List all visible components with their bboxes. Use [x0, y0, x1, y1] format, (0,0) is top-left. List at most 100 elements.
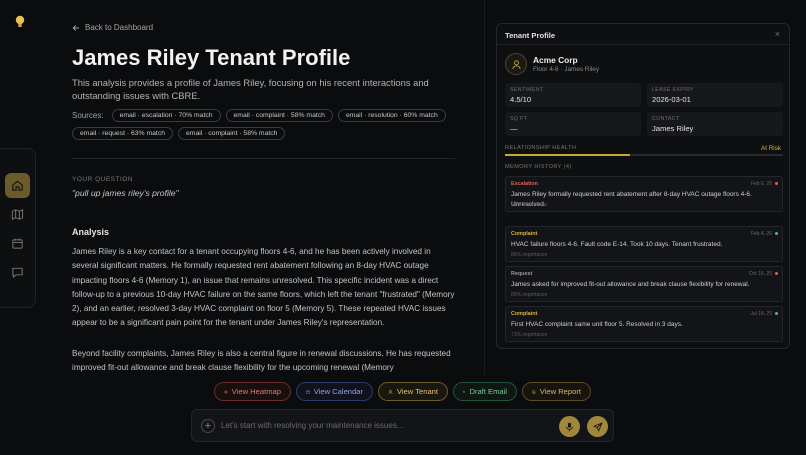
document-icon	[532, 389, 536, 394]
memory-importance: 94% importance	[511, 202, 548, 208]
calendar-icon	[12, 238, 23, 249]
view-tenant-label: View Tenant	[396, 387, 438, 396]
user-icon	[511, 59, 521, 69]
memory-date: Feb 6, 26	[750, 181, 772, 187]
close-icon[interactable]: ×	[775, 29, 780, 39]
chat-icon	[12, 267, 23, 279]
status-dot-icon	[775, 182, 778, 185]
memory-type: Escalation	[511, 181, 538, 187]
status-dot-icon	[775, 312, 778, 315]
microphone-icon	[566, 422, 573, 431]
stat-label: CONTACT	[652, 116, 680, 122]
stat-label: SQ FT	[510, 116, 528, 122]
memory-history-label: MEMORY HISTORY (4)	[505, 164, 572, 170]
stat-sentiment: SENTIMENT 4.5/10	[505, 83, 641, 107]
memory-type: Complaint	[511, 311, 538, 317]
heatmap-icon	[224, 390, 228, 393]
calendar-nav-button[interactable]	[5, 231, 30, 256]
back-label: Back to Dashboard	[85, 23, 154, 32]
memory-date: Jul 18, 25	[750, 311, 772, 317]
memory-text: James asked for improved fit-out allowan…	[511, 281, 750, 288]
memory-text: First HVAC complaint same unit floor 5. …	[511, 321, 683, 328]
memory-card[interactable]: Request Oct 16, 25 James asked for impro…	[505, 266, 783, 302]
view-heatmap-label: View Heatmap	[231, 387, 281, 396]
panel-title: Tenant Profile	[505, 31, 556, 40]
calendar-icon	[306, 390, 310, 394]
memory-date: Feb 4, 26	[750, 231, 772, 237]
memory-type: Complaint	[511, 231, 538, 237]
view-report-button[interactable]: View Report	[522, 382, 591, 401]
memory-importance: 80% importance	[511, 292, 548, 298]
stat-sq-ft: SQ FT —	[505, 112, 641, 136]
panel-separator	[484, 0, 485, 375]
relationship-health-fill	[505, 154, 631, 156]
stat-contact: CONTACT James Riley	[647, 112, 783, 136]
relationship-health-bar	[505, 154, 783, 156]
analysis-heading: Analysis	[72, 227, 110, 237]
view-calendar-button[interactable]: View Calendar	[296, 382, 373, 401]
map-nav-button[interactable]	[5, 202, 30, 227]
memory-date: Oct 16, 25	[748, 271, 772, 277]
mail-icon	[463, 390, 466, 393]
message-input[interactable]: Let's start with resolving your maintena…	[221, 421, 404, 430]
microphone-button[interactable]	[559, 416, 580, 437]
memory-text: James Riley formally requested rent abat…	[511, 191, 752, 208]
source-chip[interactable]: email · complaint · 58% match	[178, 127, 286, 140]
view-calendar-label: View Calendar	[313, 387, 363, 396]
view-heatmap-button[interactable]: View Heatmap	[214, 382, 291, 401]
stat-label: SENTIMENT	[510, 87, 544, 93]
analysis-paragraph: James Riley is a key contact for a tenan…	[72, 247, 455, 328]
view-tenant-button[interactable]: View Tenant	[378, 382, 448, 401]
source-chip[interactable]: email · escalation · 70% match	[111, 109, 221, 122]
quick-actions: View Heatmap View Calendar View Tenant D…	[214, 382, 591, 401]
draft-email-label: Draft Email	[469, 387, 507, 396]
memory-card[interactable]: Complaint Jul 18, 25 First HVAC complain…	[505, 306, 783, 342]
source-chip[interactable]: email · complaint · 58% match	[225, 109, 333, 122]
status-dot-icon	[775, 272, 778, 275]
draft-email-button[interactable]: Draft Email	[453, 382, 517, 401]
side-navigation-rail	[0, 148, 36, 308]
question-label: YOUR QUESTION	[72, 176, 134, 183]
arrow-left-icon	[72, 24, 79, 31]
message-composer: + Let's start with resolving your mainte…	[191, 409, 614, 442]
stat-value: 4.5/10	[510, 95, 532, 104]
stat-value: —	[510, 124, 518, 133]
home-icon	[12, 180, 23, 191]
status-dot-icon	[775, 232, 778, 235]
memory-importance: 71% importance	[511, 332, 548, 338]
relationship-status: At Risk	[761, 145, 781, 152]
memory-text: HVAC failure floors 4-6. Fault code E-14…	[511, 241, 723, 248]
view-report-label: View Report	[539, 387, 581, 396]
divider	[72, 158, 455, 159]
source-chip[interactable]: email · request · 63% match	[72, 127, 173, 140]
stat-value: 2026-03-01	[652, 95, 691, 104]
relationship-health-label: RELATIONSHIP HEALTH	[505, 145, 577, 151]
sources-label: Sources:	[72, 111, 104, 120]
page-subtitle: This analysis provides a profile of Jame…	[72, 77, 429, 101]
source-chip[interactable]: email · resolution · 60% match	[337, 109, 446, 122]
send-button[interactable]	[587, 416, 608, 437]
stat-value: James Riley	[652, 124, 694, 133]
back-to-dashboard-link[interactable]: Back to Dashboard	[72, 23, 153, 32]
panel-header: Tenant Profile ×	[497, 24, 789, 45]
chat-nav-button[interactable]	[5, 260, 30, 285]
memory-card[interactable]: Complaint Feb 4, 26 HVAC failure floors …	[505, 226, 783, 262]
sources-row: Sources: email · escalation · 70% match …	[72, 109, 462, 140]
page-title: James Riley Tenant Profile	[72, 45, 351, 70]
home-nav-button[interactable]	[5, 173, 30, 198]
analysis-paragraph: Beyond facility complaints, James Riley …	[72, 349, 451, 373]
plus-icon[interactable]: +	[201, 419, 215, 433]
send-icon	[593, 422, 602, 431]
memory-card[interactable]: Escalation Feb 6, 26 James Riley formall…	[505, 176, 783, 212]
tenant-profile-panel: Tenant Profile × Acme Corp Floor 4-6 · J…	[496, 23, 790, 349]
floor-contact: Floor 4-6 · James Riley	[533, 66, 600, 73]
memory-importance: 86% importance	[511, 252, 548, 258]
stat-lease-expiry: LEASE EXPIRY 2026-03-01	[647, 83, 783, 107]
lightbulb-logo-icon	[15, 15, 25, 27]
memory-type: Request	[511, 271, 533, 277]
question-text: "pull up james riley's profile"	[72, 188, 179, 198]
company-name: Acme Corp	[533, 55, 578, 65]
stat-label: LEASE EXPIRY	[652, 87, 694, 93]
user-icon	[388, 389, 393, 394]
map-icon	[11, 209, 24, 220]
